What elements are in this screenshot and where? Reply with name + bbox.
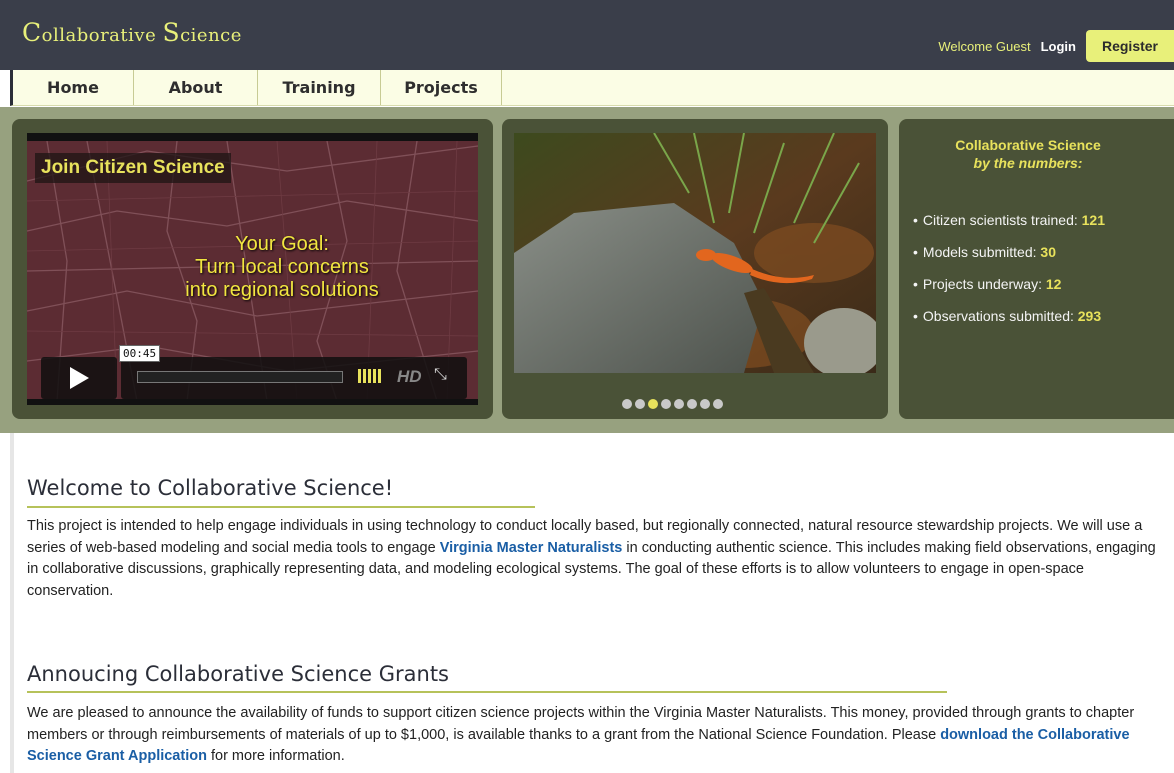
stat-value: 121 xyxy=(1081,212,1105,228)
video-goal-line1: Your Goal: xyxy=(235,233,329,255)
welcome-text: Welcome Guest xyxy=(938,38,1031,54)
slideshow-dot[interactable] xyxy=(622,399,632,409)
video-control-bar: HD ⤡ xyxy=(121,357,467,399)
nav-item-training[interactable]: Training xyxy=(258,70,381,105)
volume-icon[interactable] xyxy=(358,369,381,383)
slideshow-panel xyxy=(502,119,888,419)
fullscreen-icon[interactable]: ⤡ xyxy=(434,366,447,384)
logo-text-part1: ollaborative xyxy=(41,25,163,46)
nav-item-projects[interactable]: Projects xyxy=(381,70,502,105)
play-button[interactable] xyxy=(41,357,117,399)
grants-heading: Annoucing Collaborative Science Grants xyxy=(27,662,449,686)
slideshow-dot[interactable] xyxy=(635,399,645,409)
stat-value: 12 xyxy=(1045,276,1062,292)
stats-title: Collaborative Science xyxy=(955,137,1101,153)
slideshow-dot[interactable] xyxy=(713,399,723,409)
video-title: Join Citizen Science xyxy=(35,153,231,183)
register-button[interactable]: Register xyxy=(1086,30,1174,62)
logo-text-part2: cience xyxy=(180,25,242,46)
slideshow-dots xyxy=(622,399,723,409)
stats-panel: Collaborative Science by the numbers: Ci… xyxy=(899,119,1174,419)
video-player[interactable]: Join Citizen Science Your Goal: Turn loc… xyxy=(27,133,478,405)
stat-item: Citizen scientists trained: 121 xyxy=(913,212,1105,244)
slideshow-dot[interactable] xyxy=(674,399,684,409)
stat-item: Projects underway: 12 xyxy=(913,276,1105,308)
slideshow-dot[interactable] xyxy=(700,399,710,409)
video-goal-line2: Turn local concerns xyxy=(195,256,369,278)
site-header: Collaborative Science Welcome Guest Logi… xyxy=(0,0,1174,70)
grants-heading-rule xyxy=(27,691,947,693)
nav-item-about[interactable]: About xyxy=(134,70,258,105)
site-logo[interactable]: Collaborative Science xyxy=(22,18,242,47)
video-time-tooltip: 00:45 xyxy=(119,345,161,362)
stat-value: 293 xyxy=(1077,308,1102,324)
stat-value: 30 xyxy=(1040,244,1056,260)
video-scrubber[interactable] xyxy=(137,371,343,383)
welcome-heading: Welcome to Collaborative Science! xyxy=(27,476,394,500)
nav-item-home[interactable]: Home xyxy=(13,70,134,105)
stat-item: Observations submitted: 293 xyxy=(913,308,1105,340)
video-goal-line3: into regional solutions xyxy=(185,279,379,301)
account-area: Welcome Guest Login Register xyxy=(938,30,1174,62)
hd-toggle[interactable]: HD xyxy=(397,367,422,387)
stat-item: Models submitted: 30 xyxy=(913,244,1105,276)
slideshow-dot[interactable] xyxy=(687,399,697,409)
play-icon xyxy=(70,367,89,389)
slideshow-dot[interactable] xyxy=(661,399,671,409)
slideshow-dot[interactable] xyxy=(648,399,658,409)
welcome-paragraph: This project is intended to help engage … xyxy=(27,518,1156,599)
welcome-heading-rule xyxy=(27,506,535,508)
content-left-border xyxy=(10,433,14,773)
video-goal-text: Your Goal: Turn local concerns into regi… xyxy=(132,233,432,302)
feature-band: Join Citizen Science Your Goal: Turn loc… xyxy=(0,107,1174,433)
video-panel: Join Citizen Science Your Goal: Turn loc… xyxy=(12,119,493,419)
login-link[interactable]: Login xyxy=(1041,39,1076,54)
main-nav: Home About Training Projects xyxy=(10,70,1174,106)
stats-subtitle: by the numbers: xyxy=(973,155,1083,171)
stats-list: Citizen scientists trained: 121 Models s… xyxy=(913,212,1105,340)
logo-letter-s: S xyxy=(162,18,181,47)
virginia-master-naturalists-link[interactable]: Virginia Master Naturalists xyxy=(440,540,623,556)
grants-paragraph: We are pleased to announce the availabil… xyxy=(27,705,1135,764)
newt-photo xyxy=(514,133,876,373)
logo-letter-c: C xyxy=(22,18,42,47)
